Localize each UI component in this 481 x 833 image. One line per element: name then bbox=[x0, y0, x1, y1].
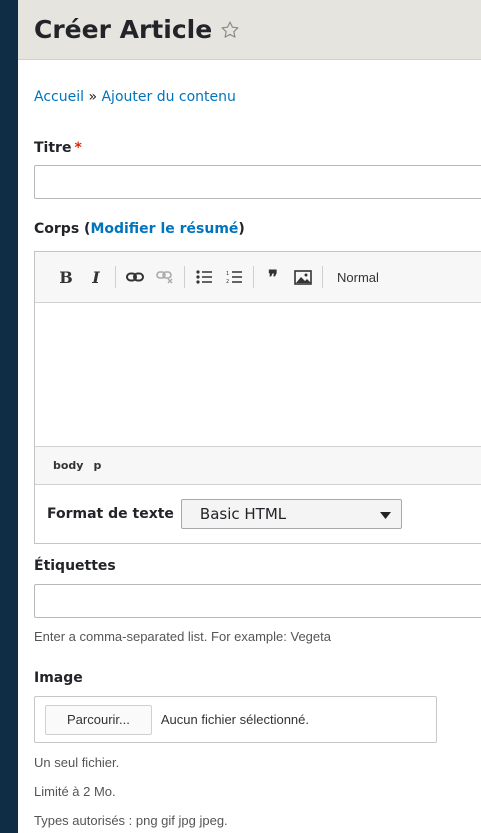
page-title: Créer Article bbox=[34, 15, 213, 44]
editor-content-area[interactable] bbox=[35, 303, 481, 447]
body-label-text: Corps ( bbox=[34, 221, 91, 237]
breadcrumb-current-link[interactable]: Ajouter du contenu bbox=[101, 89, 235, 105]
numbered-list-icon[interactable]: 12 bbox=[219, 265, 249, 289]
svg-text:2: 2 bbox=[226, 279, 229, 284]
page-header: Créer Article bbox=[18, 0, 481, 60]
title-label: Titre * bbox=[34, 140, 82, 156]
bold-button[interactable]: B bbox=[51, 265, 81, 289]
admin-page: Créer Article Accueil » Ajouter du conte… bbox=[18, 0, 481, 833]
title-input[interactable] bbox=[34, 165, 481, 199]
breadcrumb-home-link[interactable]: Accueil bbox=[34, 89, 84, 105]
image-icon[interactable] bbox=[288, 265, 318, 289]
file-upload-widget: Parcourir... Aucun fichier sélectionné. bbox=[34, 696, 437, 743]
text-format-select[interactable]: Basic HTML bbox=[180, 499, 402, 529]
toolbar-divider bbox=[322, 266, 323, 288]
breadcrumb-separator: » bbox=[88, 89, 98, 105]
blockquote-icon[interactable]: ❞ bbox=[258, 265, 288, 289]
image-help-size: Limité à 2 Mo. bbox=[34, 784, 116, 799]
path-element-body[interactable]: body bbox=[53, 459, 83, 472]
text-format-row: Format de texte Basic HTML bbox=[35, 485, 481, 543]
path-element-p[interactable]: p bbox=[93, 459, 101, 472]
paragraph-format-dropdown[interactable]: Normal bbox=[337, 270, 379, 285]
rich-text-editor: B I 12 ❞ Normal body p Format de texte B… bbox=[34, 251, 481, 544]
required-marker: * bbox=[74, 140, 82, 156]
toolbar-divider bbox=[115, 266, 116, 288]
edit-summary-link[interactable]: Modifier le résumé bbox=[90, 221, 238, 237]
title-label-text: Titre bbox=[34, 140, 72, 156]
body-label: Corps (Modifier le résumé) bbox=[34, 221, 245, 237]
editor-toolbar: B I 12 ❞ Normal bbox=[35, 252, 481, 303]
browse-button[interactable]: Parcourir... bbox=[45, 704, 152, 735]
italic-button[interactable]: I bbox=[81, 265, 111, 289]
tags-description: Enter a comma-separated list. For exampl… bbox=[34, 629, 331, 644]
chevron-down-icon bbox=[379, 505, 391, 523]
image-help-types: Types autorisés : png gif jpg jpeg. bbox=[34, 813, 228, 828]
body-label-suffix: ) bbox=[238, 221, 245, 237]
star-outline-icon[interactable] bbox=[220, 20, 240, 40]
bulleted-list-icon[interactable] bbox=[189, 265, 219, 289]
unlink-icon[interactable] bbox=[150, 265, 180, 289]
svg-text:1: 1 bbox=[226, 271, 229, 277]
text-format-value: Basic HTML bbox=[199, 505, 287, 523]
toolbar-divider bbox=[253, 266, 254, 288]
image-help-single: Un seul fichier. bbox=[34, 755, 120, 770]
breadcrumb: Accueil » Ajouter du contenu bbox=[34, 89, 236, 105]
text-format-label: Format de texte bbox=[47, 506, 174, 522]
image-label: Image bbox=[34, 670, 83, 686]
tags-input[interactable] bbox=[34, 584, 481, 618]
tags-label: Étiquettes bbox=[34, 558, 116, 574]
link-icon[interactable] bbox=[120, 265, 150, 289]
file-status-text: Aucun fichier sélectionné. bbox=[160, 712, 310, 727]
element-path-bar: body p bbox=[35, 447, 481, 485]
toolbar-divider bbox=[184, 266, 185, 288]
